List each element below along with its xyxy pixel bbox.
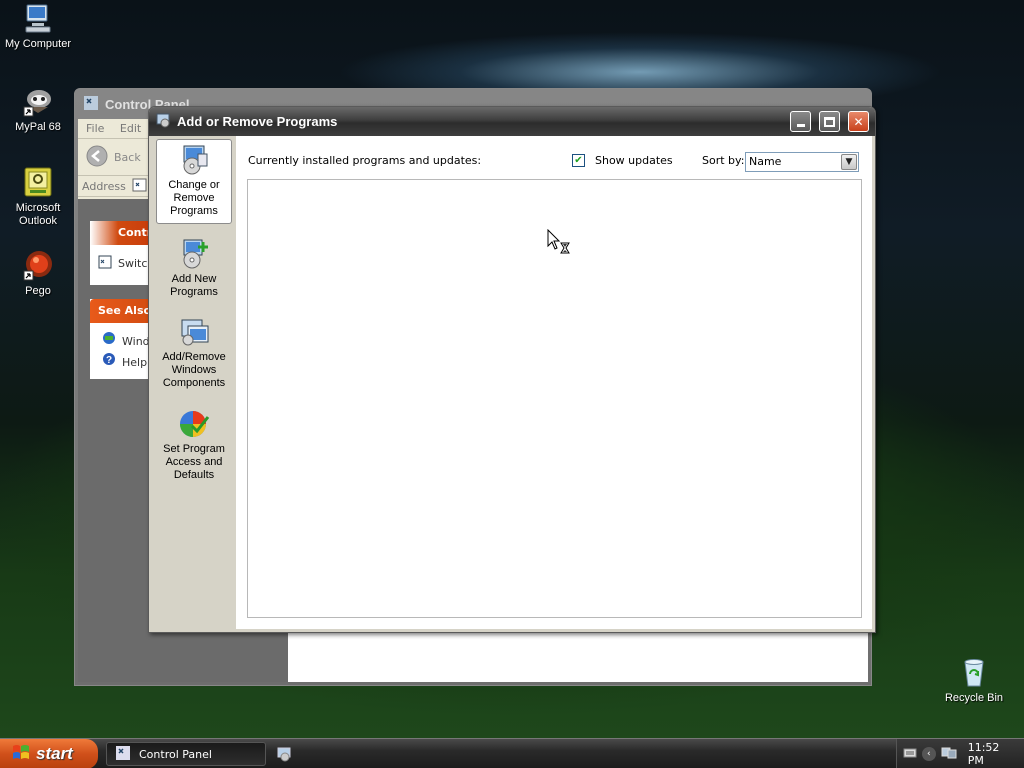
desktop-icon-pego[interactable]: Pego [0, 249, 76, 298]
menu-file[interactable]: File [86, 122, 104, 135]
keyboard-icon[interactable] [903, 747, 917, 762]
mypal-browser-icon [22, 85, 54, 117]
help-icon: ? [102, 352, 116, 373]
minimize-button[interactable] [790, 111, 811, 132]
system-tray: ‹ 11:52 PM [896, 739, 1024, 768]
back-button-label[interactable]: Back [114, 151, 141, 164]
arp-sidebar: Change or Remove Programs Add New Progra… [152, 136, 236, 629]
desktop-icon-label: Pego [25, 285, 51, 297]
chevron-down-icon[interactable]: ▼ [841, 154, 857, 170]
windows-components-icon [178, 316, 210, 348]
sidebar-label: Set Program Access and Defaults [163, 443, 225, 481]
sidebar-add-new-programs[interactable]: Add New Programs [156, 234, 232, 304]
windows-update-icon [102, 331, 116, 352]
sidebar-windows-components[interactable]: Add/Remove Windows Components [156, 312, 232, 394]
add-remove-programs-window[interactable]: Add or Remove Programs ✕ Change or Remov… [148, 106, 876, 633]
add-remove-programs-taskbar-icon[interactable] [276, 746, 292, 762]
change-remove-programs-icon [178, 144, 210, 176]
arp-titlebar[interactable]: Add or Remove Programs ✕ [149, 107, 875, 136]
menu-edit[interactable]: Edit [120, 122, 141, 135]
taskbar-button-control-panel[interactable]: Control Panel [106, 742, 266, 766]
sidebar-change-remove-programs[interactable]: Change or Remove Programs [156, 139, 232, 224]
show-updates-label: Show updates [595, 154, 673, 167]
clock[interactable]: 11:52 PM [968, 741, 1018, 767]
desktop-icon-my-computer[interactable]: My Computer [0, 2, 76, 51]
address-label: Address [82, 179, 126, 193]
sidebar-label: Add New Programs [170, 273, 218, 298]
switch-view-label: Switc [118, 257, 148, 270]
control-panel-icon [83, 95, 99, 114]
desktop-icon-label: My Computer [4, 38, 72, 50]
network-icon[interactable] [941, 746, 957, 763]
desktop-icon-label: MyPal 68 [15, 121, 61, 133]
close-button[interactable]: ✕ [848, 111, 869, 132]
arp-body: Change or Remove Programs Add New Progra… [152, 136, 872, 629]
sidebar-label: Change or Remove Programs [168, 179, 220, 217]
show-updates-check-icon[interactable]: ✔ [572, 154, 585, 167]
arp-window-title: Add or Remove Programs [177, 114, 338, 129]
recycle-bin-icon [958, 656, 990, 688]
start-label: start [36, 744, 73, 763]
control-panel-icon [115, 745, 131, 764]
see-also-windows-update-link[interactable]: Windo [102, 331, 156, 352]
sort-by-value: Name [749, 155, 782, 168]
svg-text:?: ? [106, 355, 112, 366]
desktop-icon-label: Recycle Bin [944, 692, 1004, 704]
see-also-item-label: Help [122, 355, 148, 369]
maximize-icon [824, 116, 835, 127]
switch-view-icon [98, 255, 112, 272]
desktop-icon-recycle-bin[interactable]: Recycle Bin [936, 656, 1012, 705]
busy-cursor-icon [547, 228, 573, 261]
outlook-icon [22, 166, 54, 198]
sidebar-label: Add/Remove Windows Components [162, 351, 226, 389]
show-updates-checkbox[interactable]: ✔ Show updates [572, 154, 673, 167]
desktop-icon-mypal[interactable]: MyPal 68 [0, 85, 76, 134]
minimize-icon [796, 124, 805, 127]
arp-window-icon [155, 112, 171, 131]
sort-by-dropdown[interactable]: Name ▼ [745, 152, 859, 172]
program-defaults-icon [178, 408, 210, 440]
address-folder-icon [132, 177, 148, 196]
maximize-button[interactable] [819, 111, 840, 132]
desktop-icon-label: Microsoft Outlook [15, 202, 61, 227]
arp-main-panel: Currently installed programs and updates… [236, 136, 872, 629]
installed-programs-label: Currently installed programs and updates… [248, 154, 482, 167]
desktop-icon-outlook[interactable]: Microsoft Outlook [0, 166, 76, 228]
control-panel-box-title: Contr [118, 226, 153, 239]
sidebar-program-defaults[interactable]: Set Program Access and Defaults [156, 404, 232, 481]
chevron-left-icon[interactable]: ‹ [922, 747, 936, 761]
sort-by-label: Sort by: [702, 154, 745, 167]
computer-icon [22, 2, 54, 34]
close-icon: ✕ [853, 114, 864, 129]
see-also-title: See Also [98, 304, 152, 317]
add-new-programs-icon [178, 238, 210, 270]
windows-logo-icon [12, 743, 30, 766]
back-arrow-icon[interactable] [86, 145, 108, 170]
start-button[interactable]: start [0, 739, 98, 768]
see-also-help-link[interactable]: ? Help [102, 352, 148, 373]
taskbar: start Control Panel ‹ 11:52 PM [0, 738, 1024, 768]
taskbar-button-label: Control Panel [139, 747, 212, 761]
pego-icon [22, 249, 54, 281]
